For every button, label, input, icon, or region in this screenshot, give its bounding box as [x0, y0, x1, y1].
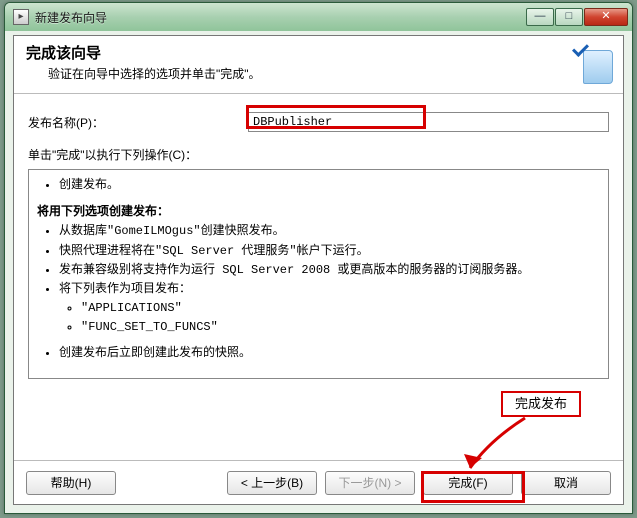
- help-button[interactable]: 帮助(H): [26, 471, 116, 495]
- summary-item: 从数据库"GomeILMOgus"创建快照发布。: [59, 222, 600, 241]
- publication-name-input[interactable]: [248, 112, 609, 132]
- wizard-window: ▸ 新建发布向导 — □ ✕ 完成该向导 验证在向导中选择的选项并单击"完成"。…: [4, 2, 633, 514]
- summary-subitem: "FUNC_SET_TO_FUNCS": [81, 318, 600, 337]
- publication-name-row: 发布名称(P)：: [28, 112, 609, 132]
- summary-item: 发布兼容级别将支持作为运行 SQL Server 2008 或更高版本的服务器的…: [59, 261, 600, 280]
- next-button: 下一步(N) >: [325, 471, 415, 495]
- cancel-button[interactable]: 取消: [521, 471, 611, 495]
- summary-item: 创建发布后立即创建此发布的快照。: [59, 344, 600, 363]
- page-title: 完成该向导: [26, 42, 611, 63]
- back-button[interactable]: < 上一步(B): [227, 471, 317, 495]
- title-bar[interactable]: ▸ 新建发布向导 — □ ✕: [5, 3, 632, 31]
- maximize-button[interactable]: □: [555, 8, 583, 26]
- summary-heading: 将用下列选项创建发布：: [37, 203, 600, 222]
- summary-line: 创建发布。: [59, 176, 600, 195]
- summary-subitem: "APPLICATIONS": [81, 299, 600, 318]
- wizard-footer: 帮助(H) < 上一步(B) 下一步(N) > 完成(F) 取消: [14, 460, 623, 504]
- book-check-icon: [573, 42, 613, 86]
- app-icon: ▸: [13, 9, 29, 25]
- window-controls: — □ ✕: [526, 8, 628, 26]
- summary-item: 将下列表作为项目发布： "APPLICATIONS" "FUNC_SET_TO_…: [59, 280, 600, 338]
- wizard-header: 完成该向导 验证在向导中选择的选项并单击"完成"。: [14, 36, 623, 94]
- finish-button[interactable]: 完成(F): [423, 471, 513, 495]
- wizard-body: 发布名称(P)： 单击"完成"以执行下列操作(C)： 创建发布。 将用下列选项创…: [14, 94, 623, 460]
- operations-label: 单击"完成"以执行下列操作(C)：: [28, 146, 609, 163]
- window-title: 新建发布向导: [35, 9, 526, 26]
- page-subtitle: 验证在向导中选择的选项并单击"完成"。: [48, 65, 611, 82]
- publication-name-label: 发布名称(P)：: [28, 114, 248, 131]
- summary-item: 快照代理进程将在"SQL Server 代理服务"帐户下运行。: [59, 242, 600, 261]
- client-area: 完成该向导 验证在向导中选择的选项并单击"完成"。 发布名称(P)： 单击"完成…: [13, 35, 624, 505]
- minimize-button[interactable]: —: [526, 8, 554, 26]
- close-button[interactable]: ✕: [584, 8, 628, 26]
- summary-box[interactable]: 创建发布。 将用下列选项创建发布： 从数据库"GomeILMOgus"创建快照发…: [28, 169, 609, 379]
